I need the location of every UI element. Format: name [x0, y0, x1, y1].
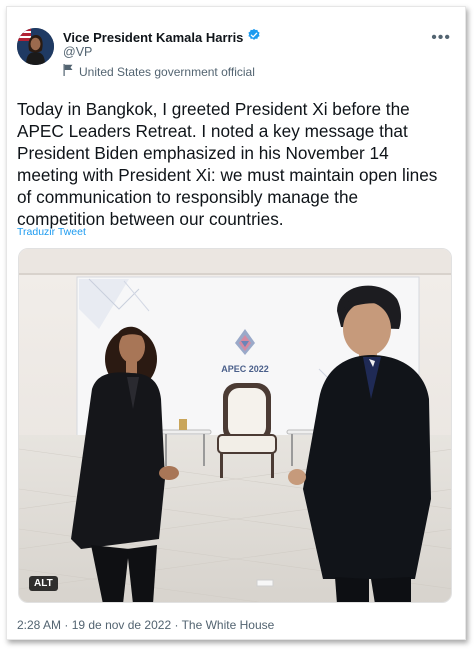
tweet-source[interactable]: The White House: [182, 618, 275, 632]
meta-separator: ·: [61, 618, 72, 632]
translate-tweet-link[interactable]: Traduzir Tweet: [17, 226, 86, 238]
tweet-text: Today in Bangkok, I greeted President Xi…: [17, 99, 438, 229]
more-icon[interactable]: •••: [431, 29, 451, 47]
tweet-card: Vice President Kamala Harris @VP United …: [6, 6, 466, 640]
photo-illustration: APEC 2022: [19, 249, 451, 602]
tweet-time[interactable]: 2:28 AM: [17, 618, 61, 632]
tweet-photo[interactable]: APEC 2022 ALT: [18, 248, 452, 603]
tweet-meta: 2:28 AM · 19 de nov de 2022 · The White …: [17, 618, 274, 632]
avatar[interactable]: [17, 28, 54, 65]
alt-badge[interactable]: ALT: [29, 576, 58, 591]
author-row: Vice President Kamala Harris: [63, 28, 261, 47]
government-label[interactable]: United States government official: [63, 64, 255, 79]
backdrop-sign: APEC 2022: [221, 364, 269, 374]
verified-badge-icon: [247, 28, 261, 47]
meta-separator: ·: [171, 618, 182, 632]
author-handle[interactable]: @VP: [63, 45, 92, 59]
government-flag-icon: [63, 64, 73, 79]
government-label-text: United States government official: [79, 64, 255, 79]
tweet-date[interactable]: 19 de nov de 2022: [72, 618, 171, 632]
author-name[interactable]: Vice President Kamala Harris: [63, 30, 243, 45]
